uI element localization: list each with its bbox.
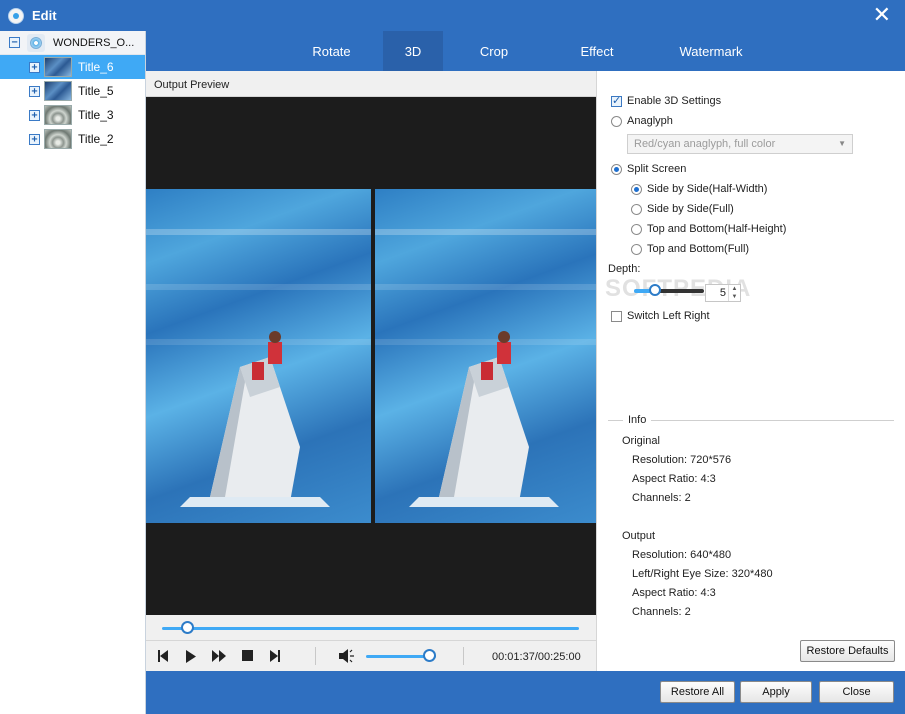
video-preview bbox=[146, 97, 596, 615]
bottom-bar: Restore All Apply Close bbox=[146, 671, 905, 714]
boat-image bbox=[409, 331, 559, 507]
window-title: Edit bbox=[32, 8, 57, 23]
playback-controls: 00:01:37/00:25:00 bbox=[146, 640, 596, 671]
split-option-label: Side by Side(Half-Width) bbox=[647, 183, 768, 195]
split-option-radio[interactable] bbox=[631, 203, 642, 215]
anaglyph-select[interactable]: Red/cyan anaglyph, full color ▼ bbox=[627, 134, 853, 154]
tree-item-title-2[interactable]: + Title_2 bbox=[0, 127, 145, 151]
split-option-label: Side by Side(Full) bbox=[647, 203, 734, 215]
thumbnail bbox=[44, 105, 72, 125]
tab-crop[interactable]: Crop bbox=[459, 31, 529, 71]
left-eye-frame bbox=[146, 189, 371, 523]
thumbnail bbox=[44, 81, 72, 101]
expand-icon[interactable]: + bbox=[29, 109, 40, 121]
volume-icon[interactable] bbox=[339, 649, 355, 663]
skip-end-icon[interactable] bbox=[270, 650, 280, 662]
depth-label: Depth: bbox=[608, 263, 641, 275]
app-logo-icon bbox=[8, 7, 24, 24]
collapse-icon[interactable]: − bbox=[9, 37, 20, 48]
tab-rotate[interactable]: Rotate bbox=[294, 31, 369, 71]
output-resolution: Resolution: 640*480 bbox=[632, 549, 732, 561]
tree-item-title-6[interactable]: + Title_6 bbox=[0, 55, 145, 79]
play-icon[interactable] bbox=[186, 650, 196, 663]
expand-icon[interactable]: + bbox=[29, 61, 40, 73]
anaglyph-row[interactable]: Anaglyph bbox=[611, 115, 673, 127]
anaglyph-radio[interactable] bbox=[611, 115, 622, 127]
thumbnail bbox=[44, 57, 72, 77]
tree-item-label: Title_5 bbox=[78, 84, 114, 98]
tree-item-label: Title_2 bbox=[78, 132, 114, 146]
split-screen-radio[interactable] bbox=[611, 163, 622, 175]
split-screen-row[interactable]: Split Screen bbox=[611, 163, 686, 175]
original-resolution: Resolution: 720*576 bbox=[632, 454, 732, 466]
split-screen-label: Split Screen bbox=[627, 163, 687, 175]
split-option-label: Top and Bottom(Full) bbox=[647, 243, 750, 255]
chevron-down-icon: ▼ bbox=[838, 139, 846, 148]
title-tree-panel: − WONDERS_O... + Title_6 + Title_5 + Tit… bbox=[0, 31, 146, 714]
settings-panel: Enable 3D Settings Anaglyph Red/cyan ana… bbox=[596, 71, 905, 671]
window-close-icon[interactable]: ✕ bbox=[873, 3, 891, 27]
boat-image bbox=[180, 331, 330, 507]
tab-effect[interactable]: Effect bbox=[562, 31, 632, 71]
skip-start-icon[interactable] bbox=[158, 650, 168, 662]
depth-slider[interactable] bbox=[634, 289, 704, 293]
depth-handle[interactable] bbox=[649, 284, 661, 296]
split-option-label: Top and Bottom(Half-Height) bbox=[647, 223, 787, 235]
tree-item-label: Title_6 bbox=[78, 60, 114, 74]
enable-3d-label: Enable 3D Settings bbox=[627, 95, 722, 107]
depth-spinner[interactable]: 5 ▲ ▼ bbox=[705, 284, 741, 302]
spinner-arrows-icon[interactable]: ▲ ▼ bbox=[728, 285, 740, 301]
stop-icon[interactable] bbox=[242, 650, 253, 661]
split-option-3[interactable]: Top and Bottom(Full) bbox=[631, 243, 749, 255]
output-heading: Output bbox=[622, 530, 656, 542]
switch-left-right-label: Switch Left Right bbox=[627, 310, 710, 322]
tree-item-label: Title_3 bbox=[78, 108, 114, 122]
tab-bar: Rotate 3D Crop Effect Watermark bbox=[146, 31, 905, 71]
title-bar: Edit ✕ bbox=[0, 0, 905, 31]
right-eye-frame bbox=[375, 189, 596, 523]
original-channels: Channels: 2 bbox=[632, 492, 691, 504]
time-display: 00:01:37/00:25:00 bbox=[492, 651, 581, 663]
depth-value: 5 bbox=[719, 287, 726, 299]
output-aspect-ratio: Aspect Ratio: 4:3 bbox=[632, 587, 716, 599]
tab-watermark[interactable]: Watermark bbox=[666, 31, 756, 71]
tree-item-title-5[interactable]: + Title_5 bbox=[0, 79, 145, 103]
split-option-radio[interactable] bbox=[631, 243, 642, 255]
enable-3d-row[interactable]: Enable 3D Settings bbox=[611, 94, 722, 107]
switch-left-right-row[interactable]: Switch Left Right bbox=[611, 310, 710, 322]
tree-root[interactable]: − WONDERS_O... bbox=[0, 31, 145, 55]
thumbnail bbox=[44, 129, 72, 149]
split-option-2[interactable]: Top and Bottom(Half-Height) bbox=[631, 223, 786, 235]
expand-icon[interactable]: + bbox=[29, 85, 40, 97]
tree-root-label: WONDERS_O... bbox=[53, 36, 135, 49]
split-option-1[interactable]: Side by Side(Full) bbox=[631, 203, 734, 215]
restore-all-button[interactable]: Restore All bbox=[660, 681, 735, 703]
seek-bar[interactable] bbox=[162, 627, 579, 630]
tab-3d[interactable]: 3D bbox=[383, 31, 443, 71]
enable-3d-checkbox[interactable] bbox=[611, 94, 622, 107]
split-option-radio[interactable] bbox=[631, 223, 642, 235]
split-option-radio[interactable] bbox=[631, 183, 642, 195]
volume-handle[interactable] bbox=[423, 649, 436, 662]
info-legend: Info bbox=[623, 414, 652, 426]
anaglyph-label: Anaglyph bbox=[627, 115, 673, 127]
apply-button[interactable]: Apply bbox=[740, 681, 812, 703]
fast-forward-icon[interactable] bbox=[212, 650, 226, 662]
split-option-0[interactable]: Side by Side(Half-Width) bbox=[631, 183, 767, 195]
close-button[interactable]: Close bbox=[819, 681, 894, 703]
seek-area bbox=[146, 615, 596, 640]
switch-left-right-checkbox[interactable] bbox=[611, 310, 622, 322]
output-eye-size: Left/Right Eye Size: 320*480 bbox=[632, 568, 773, 580]
original-aspect-ratio: Aspect Ratio: 4:3 bbox=[632, 473, 716, 485]
tree-item-title-3[interactable]: + Title_3 bbox=[0, 103, 145, 127]
preview-title: Output Preview bbox=[154, 79, 230, 91]
restore-defaults-button[interactable]: Restore Defaults bbox=[800, 640, 895, 662]
output-channels: Channels: 2 bbox=[632, 606, 691, 618]
seek-handle[interactable] bbox=[181, 621, 195, 634]
anaglyph-select-value: Red/cyan anaglyph, full color bbox=[634, 138, 776, 150]
original-heading: Original bbox=[622, 435, 660, 447]
preview-header: Output Preview bbox=[146, 71, 596, 97]
disc-icon bbox=[27, 33, 45, 52]
expand-icon[interactable]: + bbox=[29, 133, 40, 145]
